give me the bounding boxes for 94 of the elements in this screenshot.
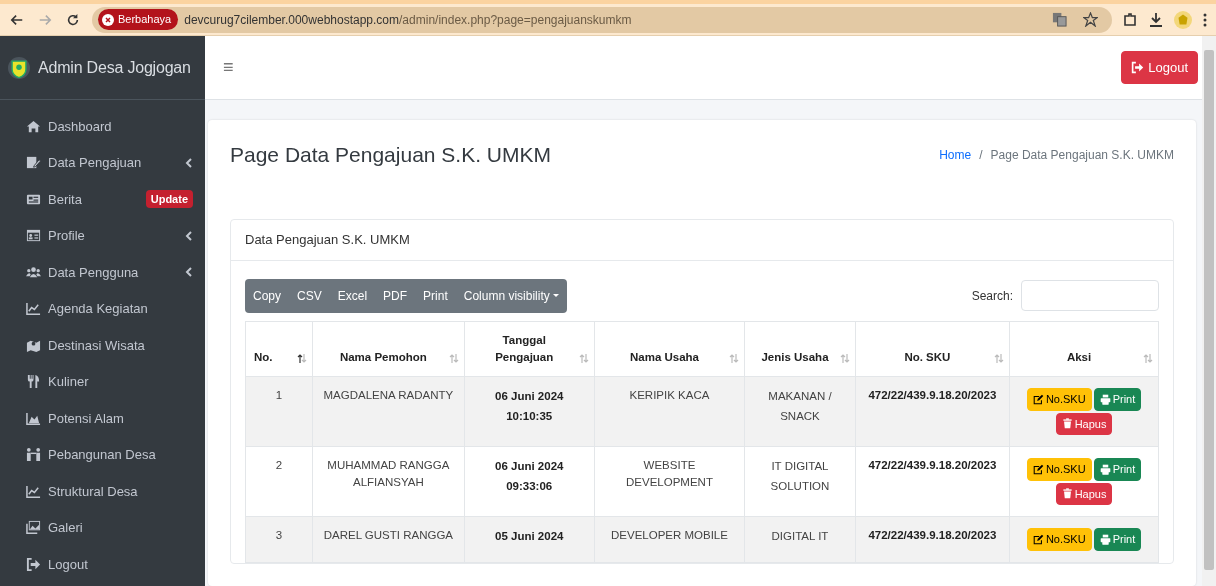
table-cell: WEBSITE DEVELOPMENT [594, 446, 745, 517]
table-cell: 472/22/439.9.18.20/2023 [855, 516, 1010, 563]
column-header[interactable]: Nama Usaha [594, 321, 745, 377]
table-cell: 06 Juni 2024 09:33:06 [464, 446, 595, 517]
table-cell: 05 Juni 2024 [464, 516, 595, 563]
images-icon [26, 520, 41, 536]
trash-icon [1061, 418, 1073, 430]
menu-toggle[interactable]: ≡ [217, 53, 240, 82]
delete-button[interactable]: Hapus [1055, 482, 1113, 506]
cutlery-icon [26, 374, 41, 390]
line-chart-icon [26, 483, 41, 499]
people-icon [26, 447, 41, 463]
update-badge: Update [145, 190, 193, 209]
table-cell: 06 Juni 2024 10:10:35 [464, 376, 595, 447]
print-button[interactable]: Print [1093, 528, 1142, 551]
star-icon[interactable] [1083, 12, 1098, 27]
brand-title: Admin Desa Jogjogan [38, 57, 191, 78]
edit-icon [1032, 393, 1044, 405]
breadcrumb-separator: / [979, 146, 983, 164]
sidebar-item[interactable]: Potensi Alam [26, 408, 124, 428]
page-title: Page Data Pengajuan S.K. UMKM [230, 142, 551, 168]
search-label: Search: [971, 287, 1013, 305]
table-cell: 1 [245, 376, 313, 447]
profile-avatar-icon[interactable] [1174, 10, 1192, 29]
line-chart-icon [26, 301, 41, 317]
table-cell: IT DIGITAL SOLUTION [744, 446, 856, 517]
column-header[interactable]: No. SKU [855, 321, 1010, 377]
edit-button[interactable]: No.SKU [1026, 388, 1092, 411]
delete-button[interactable]: Hapus [1055, 412, 1113, 436]
search-field[interactable] [1021, 280, 1159, 312]
trash-icon [1061, 488, 1073, 500]
extensions-icon[interactable] [1122, 11, 1138, 28]
sidebar-item[interactable]: Struktural Desa [26, 481, 138, 501]
scrollbar[interactable] [1202, 36, 1216, 586]
sidebar-item[interactable]: Logout [26, 554, 88, 574]
printer-icon [1099, 393, 1111, 405]
breadcrumb-current: Page Data Pengajuan S.K. UMKM [990, 146, 1174, 164]
column-header[interactable]: Tanggal Pengajuan [464, 321, 595, 377]
edit-icon [26, 155, 41, 171]
table-cell: MAGDALENA RADANTY [312, 376, 465, 447]
home-icon [26, 118, 41, 134]
export-button[interactable]: Copy [245, 278, 289, 313]
table-cell: 3 [245, 516, 313, 563]
logo-icon [8, 56, 30, 79]
export-button[interactable]: CSV [289, 278, 330, 313]
logout-icon [1131, 61, 1145, 74]
edit-button[interactable]: No.SKU [1026, 458, 1092, 481]
printer-icon [1099, 463, 1111, 475]
table-cell: DAREL GUSTI RANGGA [312, 516, 465, 563]
breadcrumb-link[interactable]: Home [939, 145, 972, 164]
print-button[interactable]: Print [1093, 458, 1142, 481]
id-card-icon [26, 228, 41, 244]
sidebar-item[interactable]: Agenda Kegiatan [26, 299, 148, 319]
sidebar-item[interactable]: Galeri [26, 518, 83, 538]
sidebar-item[interactable]: Data Pengguna [26, 262, 139, 282]
sidebar-item[interactable]: Data Pengajuan [26, 153, 142, 173]
download-icon[interactable] [1148, 11, 1164, 28]
column-header[interactable]: Aksi [1009, 321, 1159, 377]
table-cell: KERIPIK KACA [594, 376, 745, 447]
table-cell: DEVELOPER MOBILE [594, 516, 745, 563]
column-header[interactable]: Jenis Usaha [744, 321, 856, 377]
column-header[interactable]: Nama Pemohon [312, 321, 465, 377]
column-header[interactable]: No. [245, 321, 313, 377]
export-button[interactable]: PDF [375, 278, 416, 313]
table-cell: MUHAMMAD RANGGA ALFIANSYAH [312, 446, 465, 517]
table-cell: 472/22/439.9.18.20/2023 [855, 446, 1010, 517]
sidebar-item[interactable]: Pebangunan Desa [26, 445, 156, 465]
users-icon [26, 264, 41, 280]
edit-icon [1032, 463, 1044, 475]
sidebar-item[interactable]: Dashboard [26, 116, 112, 136]
sort-icon[interactable] [296, 354, 307, 364]
logout-icon [26, 556, 41, 572]
sidebar-item[interactable]: Destinasi Wisata [26, 335, 145, 355]
table-cell: MAKANAN / SNACK [744, 376, 856, 447]
sidebar-item[interactable]: Profile [26, 226, 85, 246]
printer-icon [1099, 533, 1111, 545]
table-cell: 2 [245, 446, 313, 517]
logout-button[interactable]: Logout [1121, 50, 1198, 85]
export-button[interactable]: Excel [329, 278, 376, 313]
sidebar-item[interactable]: Kuliner [26, 372, 89, 392]
address-text[interactable]: devcurug7cilember.000webhostapp.com/admin/index.php?page=pengajuanskumkm [184, 10, 632, 29]
security-warning-badge[interactable]: Berbahaya [98, 9, 179, 30]
table-cell: 472/22/439.9.18.20/2023 [855, 376, 1010, 447]
column-visibility-button[interactable]: Column visibility [455, 278, 567, 313]
table-cell: DIGITAL IT [744, 516, 856, 563]
card-title: Data Pengajuan S.K. UMKM [231, 220, 1173, 261]
translate-icon[interactable] [1052, 12, 1067, 27]
print-button[interactable]: Print [1093, 388, 1142, 411]
menu-icon[interactable] [1202, 11, 1208, 28]
edit-button[interactable]: No.SKU [1026, 528, 1092, 551]
sidebar-item[interactable]: Berita [26, 189, 82, 209]
export-button[interactable]: Print [415, 278, 456, 313]
area-chart-icon [26, 410, 41, 426]
edit-icon [1032, 533, 1044, 545]
